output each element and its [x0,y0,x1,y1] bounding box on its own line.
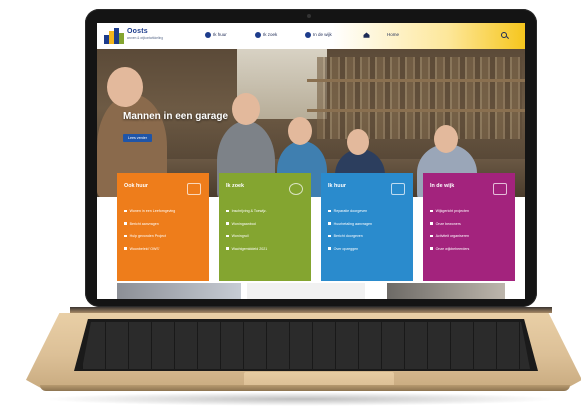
search-icon[interactable] [501,32,507,38]
tile-link[interactable]: Woningaanbod [226,222,304,226]
nav-item-label: Ik huur [213,32,227,38]
logo-icon[interactable] [104,28,124,44]
nav-item-ik-zoek[interactable]: Ik zoek [255,32,277,38]
hero-read-more-button[interactable]: Lees verder [123,134,152,142]
brand-name[interactable]: Oosts [127,28,148,35]
laptop-screen: Oosts wonen & wijkontwikkeling Ik huur I… [97,23,525,299]
shelf [307,79,525,82]
tile-link[interactable]: Inschrijving & Toewijz. [226,209,304,213]
tile-link[interactable]: Onze wijkbeheerders [430,247,508,251]
tile-link[interactable]: Huurbetaling aanvragen [328,222,406,226]
tile-link[interactable]: Over opzeggen [328,247,406,251]
search-circle-icon [255,32,261,38]
tile-link[interactable]: Woonbeleid 'OWS' [124,247,202,251]
arrow-right-icon [187,183,201,195]
tile-link[interactable]: Wijkgericht projecten [430,209,508,213]
tile-link[interactable]: Bericht aanvragen [124,222,202,226]
people-icon [305,32,311,38]
tile-link[interactable]: Onze bewoners [430,222,508,226]
news-thumbnail[interactable] [247,283,365,299]
top-nav: Oosts wonen & wijkontwikkeling Ik huur I… [97,23,525,49]
news-thumbnail[interactable] [117,283,241,299]
home-icon[interactable] [363,32,370,38]
tile-link[interactable]: Reparatie doorgeven [328,209,406,213]
laptop-front-edge [40,385,570,391]
brand-tagline: wonen & wijkontwikkeling [127,36,163,40]
floor-shadow [40,392,560,406]
person-head [347,129,369,155]
person-head [232,93,260,125]
tile-ook-huur[interactable]: Ook huur Wonen in een Leefomgeving Beric… [117,173,209,281]
keyboard-keys [82,322,530,369]
hero-title: Mannen in een garage [123,111,229,122]
person-head [107,67,143,107]
webcam-icon [307,14,311,18]
person-head [434,125,458,153]
tile-link[interactable]: Woningruil [226,234,304,238]
compass-icon [289,183,303,195]
news-thumbnail[interactable] [387,283,505,299]
tile-link[interactable]: Wachtgemiddeld 2021 [226,247,304,251]
nav-item-label: Home [387,32,400,37]
tile-link[interactable]: Hulp gevonden Project [124,234,202,238]
house-icon [205,32,211,38]
nav-item-home[interactable]: Home [387,32,399,37]
nav-item-ik-huur[interactable]: Ik huur [205,32,227,38]
house-icon [391,183,405,195]
laptop-hinge [70,307,552,313]
tile-link[interactable]: Activiteit organiseren [430,234,508,238]
nav-item-label: In de wijk [313,32,332,38]
person-head [288,117,312,145]
tile-ik-huur[interactable]: Ik huur Reparatie doorgeven Huurbetaling… [321,173,413,281]
nav-item-in-de-wijk[interactable]: In de wijk [305,32,332,38]
laptop-lid: Oosts wonen & wijkontwikkeling Ik huur I… [85,9,537,307]
tile-ik-zoek[interactable]: Ik zoek Inschrijving & Toewijz. Woningaa… [219,173,311,281]
tile-in-de-wijk[interactable]: In de wijk Wijkgericht projecten Onze be… [423,173,515,281]
tool-wall [317,57,522,139]
people-icon [493,183,507,195]
tile-link[interactable]: Bericht doorgeven [328,234,406,238]
nav-item-label: Ik zoek [263,32,278,38]
shelf [307,109,525,112]
tile-link[interactable]: Wonen in een Leefomgeving [124,209,202,213]
